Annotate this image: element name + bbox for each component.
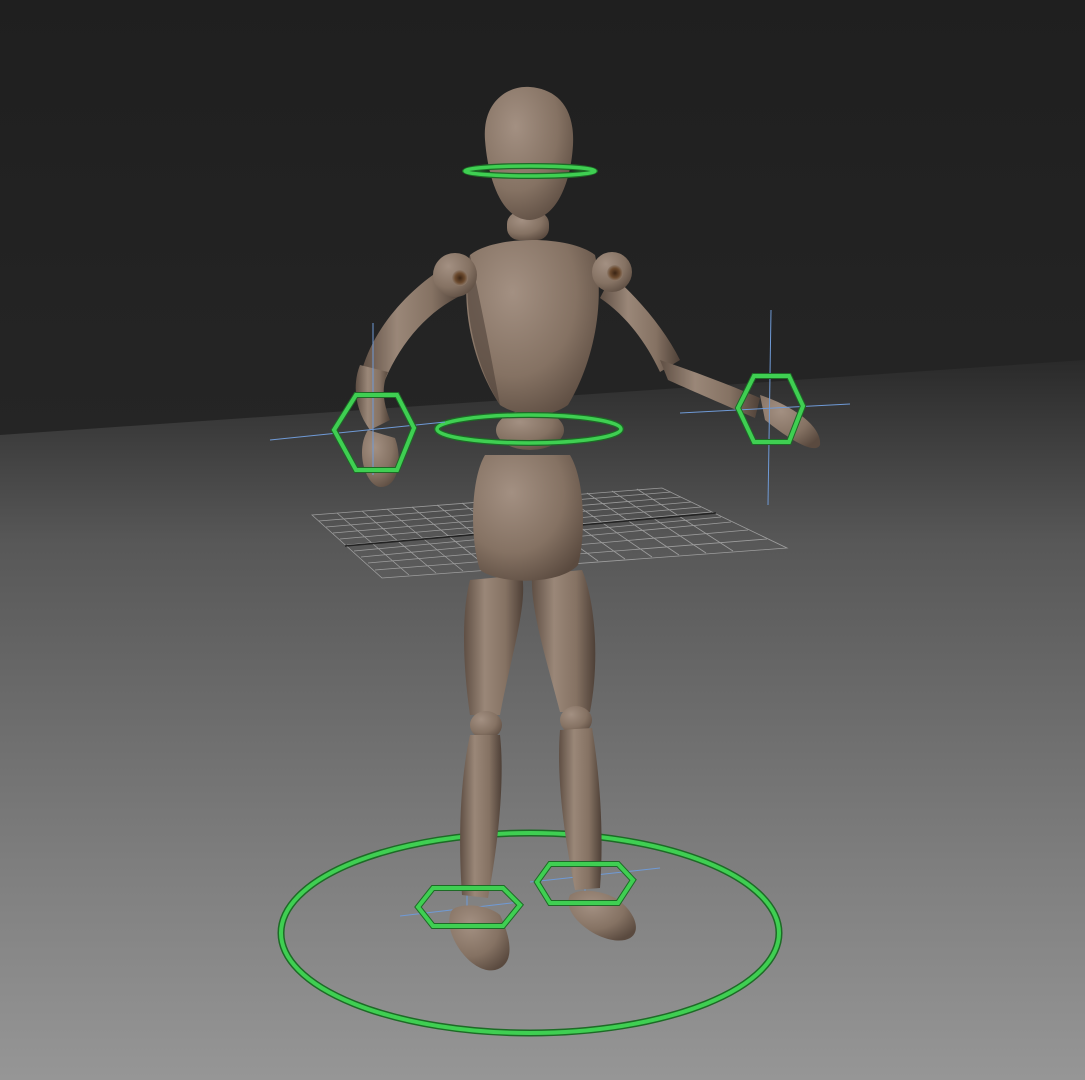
pelvis: [473, 455, 583, 581]
viewport-canvas[interactable]: [0, 0, 1085, 1080]
right-shoulder-pin: [607, 265, 623, 281]
left-knee: [470, 711, 502, 739]
3d-viewport[interactable]: [0, 0, 1085, 1080]
left-shoulder-pin: [452, 270, 468, 286]
